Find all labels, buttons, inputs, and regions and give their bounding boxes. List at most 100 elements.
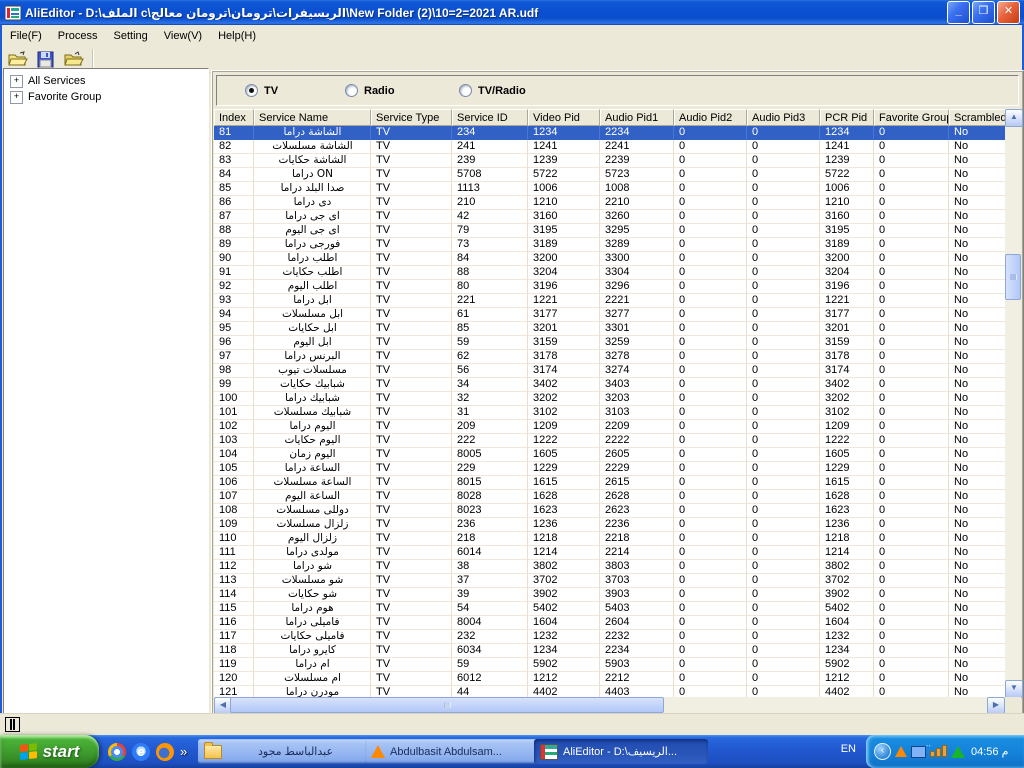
sidebar-item-all-services[interactable]: + All Services bbox=[10, 73, 208, 89]
table-row[interactable]: 111مولدى دراماTV6014121422140012140No bbox=[214, 546, 1005, 560]
column-header[interactable]: Audio Pid2 bbox=[674, 109, 747, 126]
table-row[interactable]: 90اطلب دراماTV84320033000032000No bbox=[214, 252, 1005, 266]
table-row[interactable]: 96ابل اليومTV59315932590031590No bbox=[214, 336, 1005, 350]
table-cell: 0 bbox=[674, 168, 747, 182]
table-row[interactable]: 114شو حكاياتTV39390239030039020No bbox=[214, 588, 1005, 602]
vertical-scrollbar[interactable]: ▲ ▼ bbox=[1005, 109, 1021, 698]
vertical-scroll-thumb[interactable] bbox=[1005, 254, 1021, 300]
column-header[interactable]: Service Type bbox=[371, 109, 452, 126]
table-row[interactable]: 109زلزال مسلسلاتTV236123622360012360No bbox=[214, 518, 1005, 532]
table-cell: 0 bbox=[874, 322, 949, 336]
taskbar-item-alieditor[interactable]: AliEditor - D:\الريسيف... bbox=[534, 739, 708, 764]
table-row[interactable]: 104اليوم زمانTV8005160526050016050No bbox=[214, 448, 1005, 462]
table-row[interactable]: 87اى جى دراماTV42316032600031600No bbox=[214, 210, 1005, 224]
minimize-button[interactable]: _ bbox=[947, 1, 970, 24]
table-row[interactable]: 82الشاشة مسلسلاتTV241124122410012410No bbox=[214, 140, 1005, 154]
column-header[interactable]: Scrambled bbox=[949, 109, 1005, 126]
scroll-down-button[interactable]: ▼ bbox=[1005, 680, 1023, 698]
restore-button[interactable]: ❐ bbox=[972, 1, 995, 24]
radio-tv-radio[interactable]: TV/Radio bbox=[459, 84, 526, 97]
table-cell: 0 bbox=[747, 210, 820, 224]
table-row[interactable]: 110زلزال اليومTV218121822180012180No bbox=[214, 532, 1005, 546]
internet-explorer-icon[interactable]: e bbox=[132, 743, 150, 761]
expand-plus-icon[interactable]: + bbox=[10, 91, 23, 104]
table-row[interactable]: 118كايرو دراماTV6034123422340012340No bbox=[214, 644, 1005, 658]
horizontal-scrollbar[interactable]: ◀ ▶ bbox=[214, 697, 1005, 713]
table-row[interactable]: 119ام دراماTV59590259030059020No bbox=[214, 658, 1005, 672]
column-header[interactable]: Index bbox=[214, 109, 254, 126]
hide-icons-button[interactable]: ‹ bbox=[874, 743, 891, 760]
table-row[interactable]: 100شبابيك دراماTV32320232030032020No bbox=[214, 392, 1005, 406]
table-row[interactable]: 112شو دراماTV38380238030038020No bbox=[214, 560, 1005, 574]
horizontal-scroll-thumb[interactable] bbox=[230, 697, 664, 713]
network-monitor-icon[interactable] bbox=[911, 746, 926, 758]
radio-icon[interactable] bbox=[459, 84, 472, 97]
table-cell: اطلب اليوم bbox=[254, 280, 371, 294]
green-triangle-tray-icon[interactable] bbox=[951, 746, 965, 758]
chrome-icon[interactable] bbox=[108, 743, 126, 761]
expand-plus-icon[interactable]: + bbox=[10, 75, 23, 88]
radio-icon[interactable] bbox=[345, 84, 358, 97]
column-header[interactable]: Audio Pid3 bbox=[747, 109, 820, 126]
table-row[interactable]: 89فورجى دراماTV73318932890031890No bbox=[214, 238, 1005, 252]
table-row[interactable]: 101شبابيك مسلسلاتTV31310231030031020No bbox=[214, 406, 1005, 420]
menu-process[interactable]: Process bbox=[50, 28, 106, 44]
radio-icon[interactable] bbox=[245, 84, 258, 97]
table-row[interactable]: 102اليوم دراماTV209120922090012090No bbox=[214, 420, 1005, 434]
table-row[interactable]: 107الساعة اليومTV8028162826280016280No bbox=[214, 490, 1005, 504]
table-row[interactable]: 117فاميلى حكاياتTV232123222320012320No bbox=[214, 630, 1005, 644]
sidebar-item-favorite-group[interactable]: + Favorite Group bbox=[10, 89, 208, 105]
table-row[interactable]: 92اطلب اليومTV80319632960031960No bbox=[214, 280, 1005, 294]
column-header[interactable]: Audio Pid1 bbox=[600, 109, 674, 126]
table-row[interactable]: 115هوم دراماTV54540254030054020No bbox=[214, 602, 1005, 616]
table-row[interactable]: 81الشاشة دراماTV234123422340012340No bbox=[214, 126, 1005, 140]
column-header[interactable]: Favorite Group bbox=[874, 109, 949, 126]
table-cell: TV bbox=[371, 546, 452, 560]
table-cell: 62 bbox=[452, 350, 528, 364]
menu-setting[interactable]: Setting bbox=[106, 28, 156, 44]
close-button[interactable]: ✕ bbox=[997, 1, 1020, 24]
table-cell: 0 bbox=[674, 448, 747, 462]
table-row[interactable]: 84ON دراماTV5708572257230057220No bbox=[214, 168, 1005, 182]
column-header[interactable]: Video Pid bbox=[528, 109, 600, 126]
signal-bars-icon[interactable] bbox=[930, 746, 947, 757]
table-row[interactable]: 83الشاشة حكاياتTV239123922390012390No bbox=[214, 154, 1005, 168]
column-header[interactable]: Service Name bbox=[254, 109, 371, 126]
start-button[interactable]: start bbox=[0, 735, 99, 768]
quick-launch-overflow-chevron[interactable]: » bbox=[180, 744, 187, 759]
table-cell: 2210 bbox=[600, 196, 674, 210]
menu-file[interactable]: File(F) bbox=[2, 28, 50, 44]
firefox-icon[interactable] bbox=[156, 743, 174, 761]
table-row[interactable]: 95ابل حكاياتTV85320133010032010No bbox=[214, 322, 1005, 336]
table-row[interactable]: 105الساعة دراماTV229122922290012290No bbox=[214, 462, 1005, 476]
scroll-up-button[interactable]: ▲ bbox=[1005, 109, 1023, 127]
table-row[interactable]: 88اى جى اليومTV79319532950031950No bbox=[214, 224, 1005, 238]
vlc-tray-icon[interactable] bbox=[895, 746, 907, 757]
menu-help[interactable]: Help(H) bbox=[210, 28, 264, 44]
table-row[interactable]: 106الساعة مسلسلاتTV8015161526150016150No bbox=[214, 476, 1005, 490]
column-header[interactable]: PCR Pid bbox=[820, 109, 874, 126]
table-row[interactable]: 93ابل دراماTV221122122210012210No bbox=[214, 294, 1005, 308]
taskbar-item-folder[interactable]: عبدالباسط مجود bbox=[198, 739, 370, 764]
table-row[interactable]: 86دى دراماTV210121022100012100No bbox=[214, 196, 1005, 210]
table-row[interactable]: 99شبابيك حكاياتTV34340234030034020No bbox=[214, 378, 1005, 392]
table-row[interactable]: 98مسلسلات تيوبTV56317432740031740No bbox=[214, 364, 1005, 378]
menu-view[interactable]: View(V) bbox=[156, 28, 210, 44]
table-row[interactable]: 85صدا البلد دراماTV1113100610080010060No bbox=[214, 182, 1005, 196]
windows-flag-icon bbox=[20, 743, 38, 761]
table-cell: 0 bbox=[674, 252, 747, 266]
table-row[interactable]: 94ابل مسلسلاتTV61317732770031770No bbox=[214, 308, 1005, 322]
taskbar-item-vlc[interactable]: Abdulbasit Abdulsam... bbox=[365, 739, 539, 764]
table-row[interactable]: 116فاميلى دراماTV8004160426040016040No bbox=[214, 616, 1005, 630]
table-cell: TV bbox=[371, 518, 452, 532]
table-row[interactable]: 113شو مسلسلاتTV37370237030037020No bbox=[214, 574, 1005, 588]
table-row[interactable]: 97البرنس دراماTV62317832780031780No bbox=[214, 350, 1005, 364]
column-header[interactable]: Service ID bbox=[452, 109, 528, 126]
radio-radio[interactable]: Radio bbox=[345, 84, 395, 97]
radio-tv[interactable]: TV bbox=[245, 84, 278, 97]
language-indicator[interactable]: EN bbox=[841, 743, 856, 755]
table-row[interactable]: 91اطلب حكاياتTV88320433040032040No bbox=[214, 266, 1005, 280]
table-row[interactable]: 108دوللى مسلسلاتTV8023162326230016230No bbox=[214, 504, 1005, 518]
table-row[interactable]: 120ام مسلسلاتTV6012121222120012120No bbox=[214, 672, 1005, 686]
table-row[interactable]: 103اليوم حكاياتTV222122222220012220No bbox=[214, 434, 1005, 448]
